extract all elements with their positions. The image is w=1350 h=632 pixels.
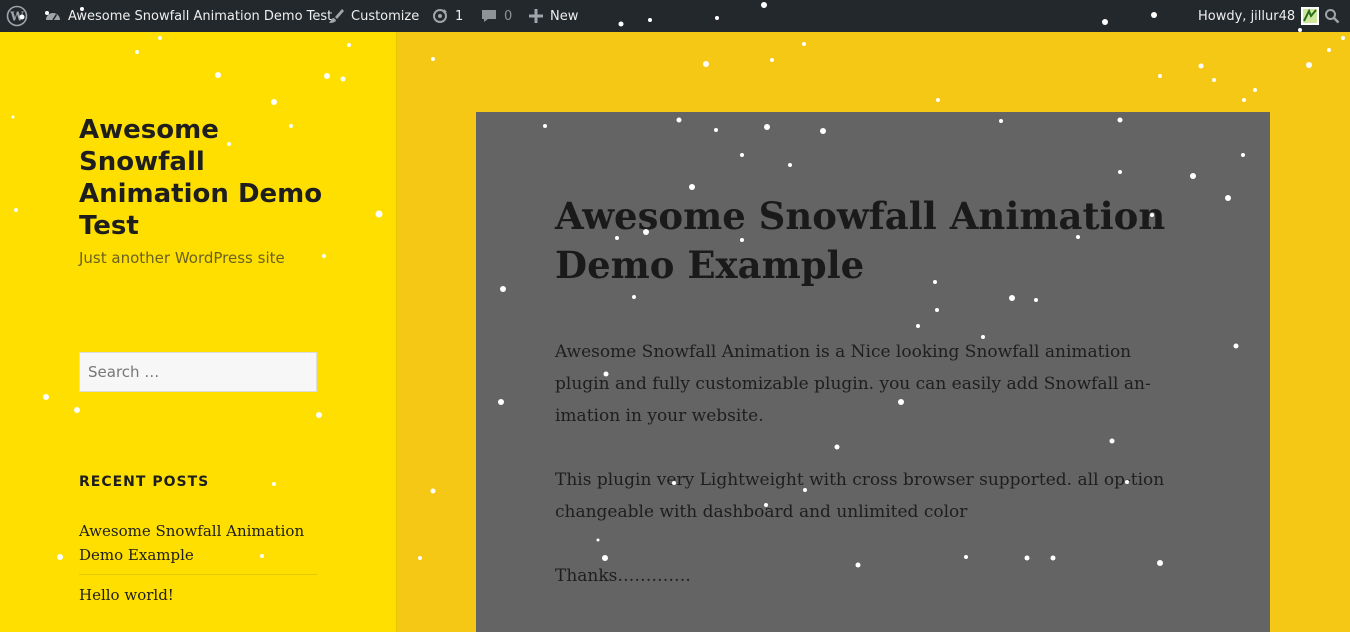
dashboard-icon [44, 7, 62, 25]
snowflake [770, 58, 774, 62]
wp-logo-menu[interactable]: W [6, 0, 28, 32]
site-title[interactable]: Awesome Snowfall Animation Demo Test [79, 114, 329, 242]
snowflake [802, 42, 806, 46]
customize-label: Customize [351, 8, 420, 24]
avatar [1301, 7, 1320, 25]
snowflake [1341, 36, 1345, 40]
snowflake [1253, 88, 1257, 92]
search-input[interactable] [79, 352, 317, 392]
snowflake [431, 57, 435, 61]
recent-post-link[interactable]: Hello world! [79, 583, 317, 614]
plus-icon [528, 8, 544, 24]
snowflake [1306, 62, 1312, 68]
snowflake [1212, 78, 1216, 82]
snowflake [1242, 98, 1246, 102]
my-account-menu[interactable]: Howdy, jillur48 [1198, 0, 1320, 32]
brush-icon [327, 7, 345, 25]
sidebar: Awesome Snowfall Animation Demo Test Jus… [0, 32, 397, 632]
comment-icon [480, 7, 498, 25]
snowflake [1198, 63, 1204, 69]
svg-text:W: W [9, 10, 24, 24]
recent-post-link[interactable]: Awesome Snowfall Animation Demo Example [79, 519, 317, 575]
snowflake [703, 61, 709, 67]
snowflake [936, 98, 940, 102]
snowflake [1327, 48, 1331, 52]
site-name-menu[interactable]: Awesome Snowfall Animation Demo Test [44, 0, 332, 32]
post-paragraph: Awesome Snowfall Animation is a Nice loo… [555, 342, 1151, 426]
site-description: Just another WordPress site [79, 249, 285, 267]
post-content: Awesome Snowfall Animation is a Nice loo… [555, 336, 1191, 624]
post-paragraph: Thanks…………. [555, 566, 691, 586]
site-name-label: Awesome Snowfall Animation Demo Test [68, 8, 333, 24]
post-article: Awesome Snowfall Animation Demo Example … [476, 112, 1270, 632]
admin-search[interactable] [1324, 0, 1340, 32]
post-title: Awesome Snowfall Animation Demo Example [555, 194, 1166, 287]
updates-link[interactable]: 1 [431, 0, 463, 32]
recent-posts-heading: RECENT POSTS [79, 474, 210, 490]
snowflake [1158, 74, 1162, 78]
wordpress-logo-icon: W [6, 5, 28, 27]
comments-count: 0 [504, 8, 513, 24]
snowflake [418, 556, 422, 560]
snowflake [430, 488, 436, 494]
recent-posts-list: Awesome Snowfall Animation Demo Example … [79, 519, 317, 622]
post-paragraph: This plugin very Lightweight with cross … [555, 470, 1165, 522]
updates-count: 1 [455, 8, 464, 24]
new-content-menu[interactable]: New [528, 0, 578, 32]
admin-bar: W Awesome Snowfall Animation Demo Test C… [0, 0, 1350, 32]
customize-link[interactable]: Customize [327, 0, 419, 32]
new-label: New [550, 8, 579, 24]
updates-icon [431, 7, 449, 25]
search-icon [1324, 8, 1340, 24]
comments-link[interactable]: 0 [480, 0, 512, 32]
howdy-label: Howdy, jillur48 [1198, 8, 1296, 24]
